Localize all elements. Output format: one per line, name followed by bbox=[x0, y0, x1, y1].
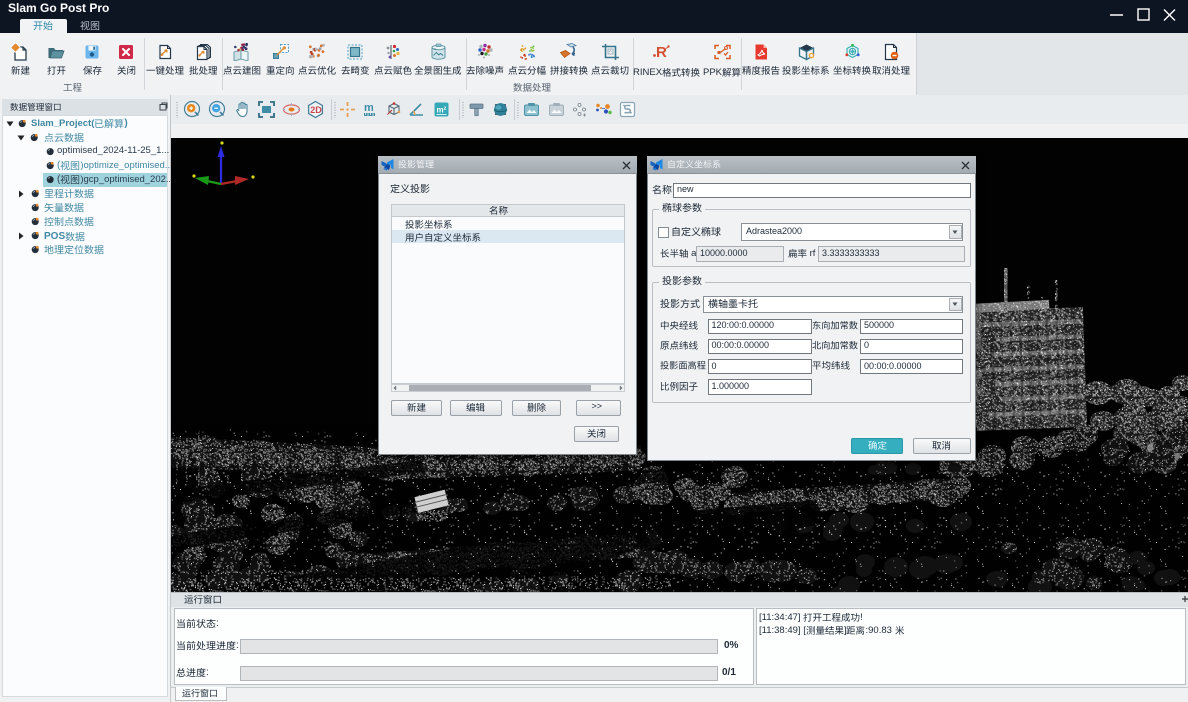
svg-text:m²: m² bbox=[437, 106, 447, 115]
svg-text:m: m bbox=[364, 102, 374, 114]
svg-text:2D: 2D bbox=[310, 105, 322, 115]
svg-text:R: R bbox=[656, 44, 667, 61]
